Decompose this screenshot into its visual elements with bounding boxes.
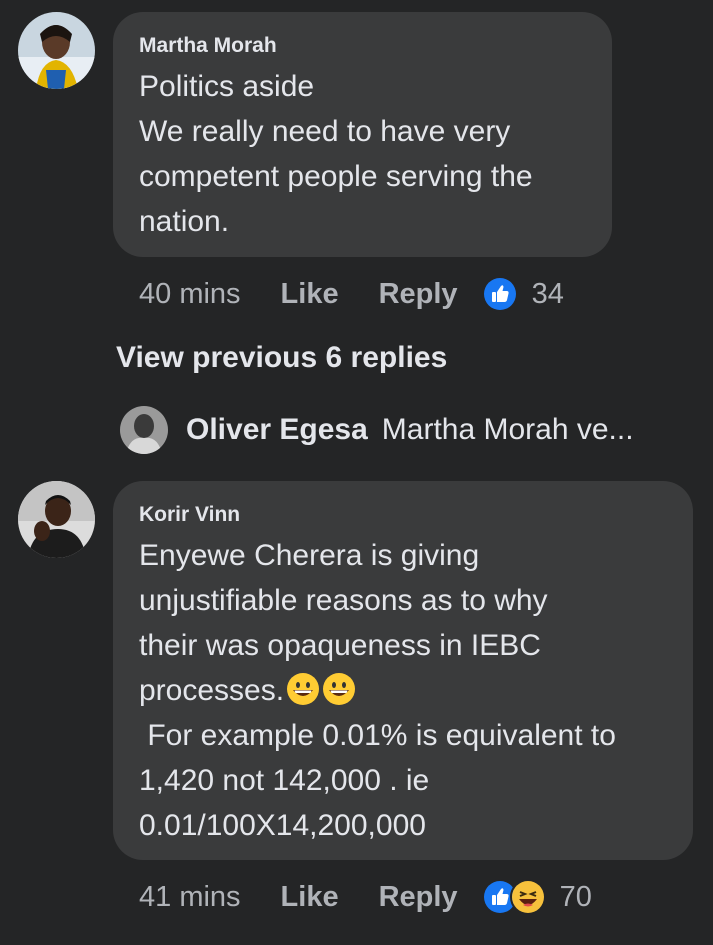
view-previous-replies-link[interactable]: View previous 6 replies xyxy=(116,341,447,375)
reply-button[interactable]: Reply xyxy=(379,278,458,311)
reply-button[interactable]: Reply xyxy=(379,881,458,914)
comment-text: Politics aside We really need to have ve… xyxy=(139,70,533,238)
comment-author[interactable]: Martha Morah xyxy=(139,34,586,58)
reactions-summary[interactable]: 70 xyxy=(481,879,592,915)
reply-preview[interactable]: Oliver Egesa Martha Morah ve... xyxy=(120,406,634,454)
reply-text-snippet: Martha Morah ve... xyxy=(381,413,634,446)
reaction-count: 70 xyxy=(559,880,592,913)
reaction-count: 34 xyxy=(531,277,564,310)
haha-icon xyxy=(509,879,546,915)
grinning-face-emoji xyxy=(286,672,320,706)
comment-text-part-2: For example 0.01% is equivalent to 1,420… xyxy=(139,719,616,842)
like-button[interactable]: Like xyxy=(281,278,339,311)
comment-bubble-korir-vinn: Korir Vinn Enyewe Cherera is giving unju… xyxy=(113,481,693,860)
avatar-martha-morah[interactable] xyxy=(18,12,95,89)
avatar-oliver-egesa xyxy=(120,406,168,454)
grinning-face-emoji xyxy=(322,672,356,706)
comment-actions: 41 mins Like Reply 70 xyxy=(139,879,592,915)
comment-bubble-martha-morah: Martha Morah Politics aside We really ne… xyxy=(113,12,612,257)
comment-timestamp[interactable]: 41 mins xyxy=(139,881,241,914)
comment-author[interactable]: Korir Vinn xyxy=(139,503,667,527)
avatar-korir-vinn[interactable] xyxy=(18,481,95,558)
comment-actions: 40 mins Like Reply 34 xyxy=(139,276,564,312)
reply-author: Oliver Egesa xyxy=(186,413,368,446)
comment-timestamp[interactable]: 40 mins xyxy=(139,278,241,311)
reactions-summary[interactable]: 34 xyxy=(481,276,564,312)
like-icon xyxy=(481,276,518,312)
like-button[interactable]: Like xyxy=(281,881,339,914)
comment-text: Enyewe Cherera is giving unjustifiable r… xyxy=(139,533,667,848)
